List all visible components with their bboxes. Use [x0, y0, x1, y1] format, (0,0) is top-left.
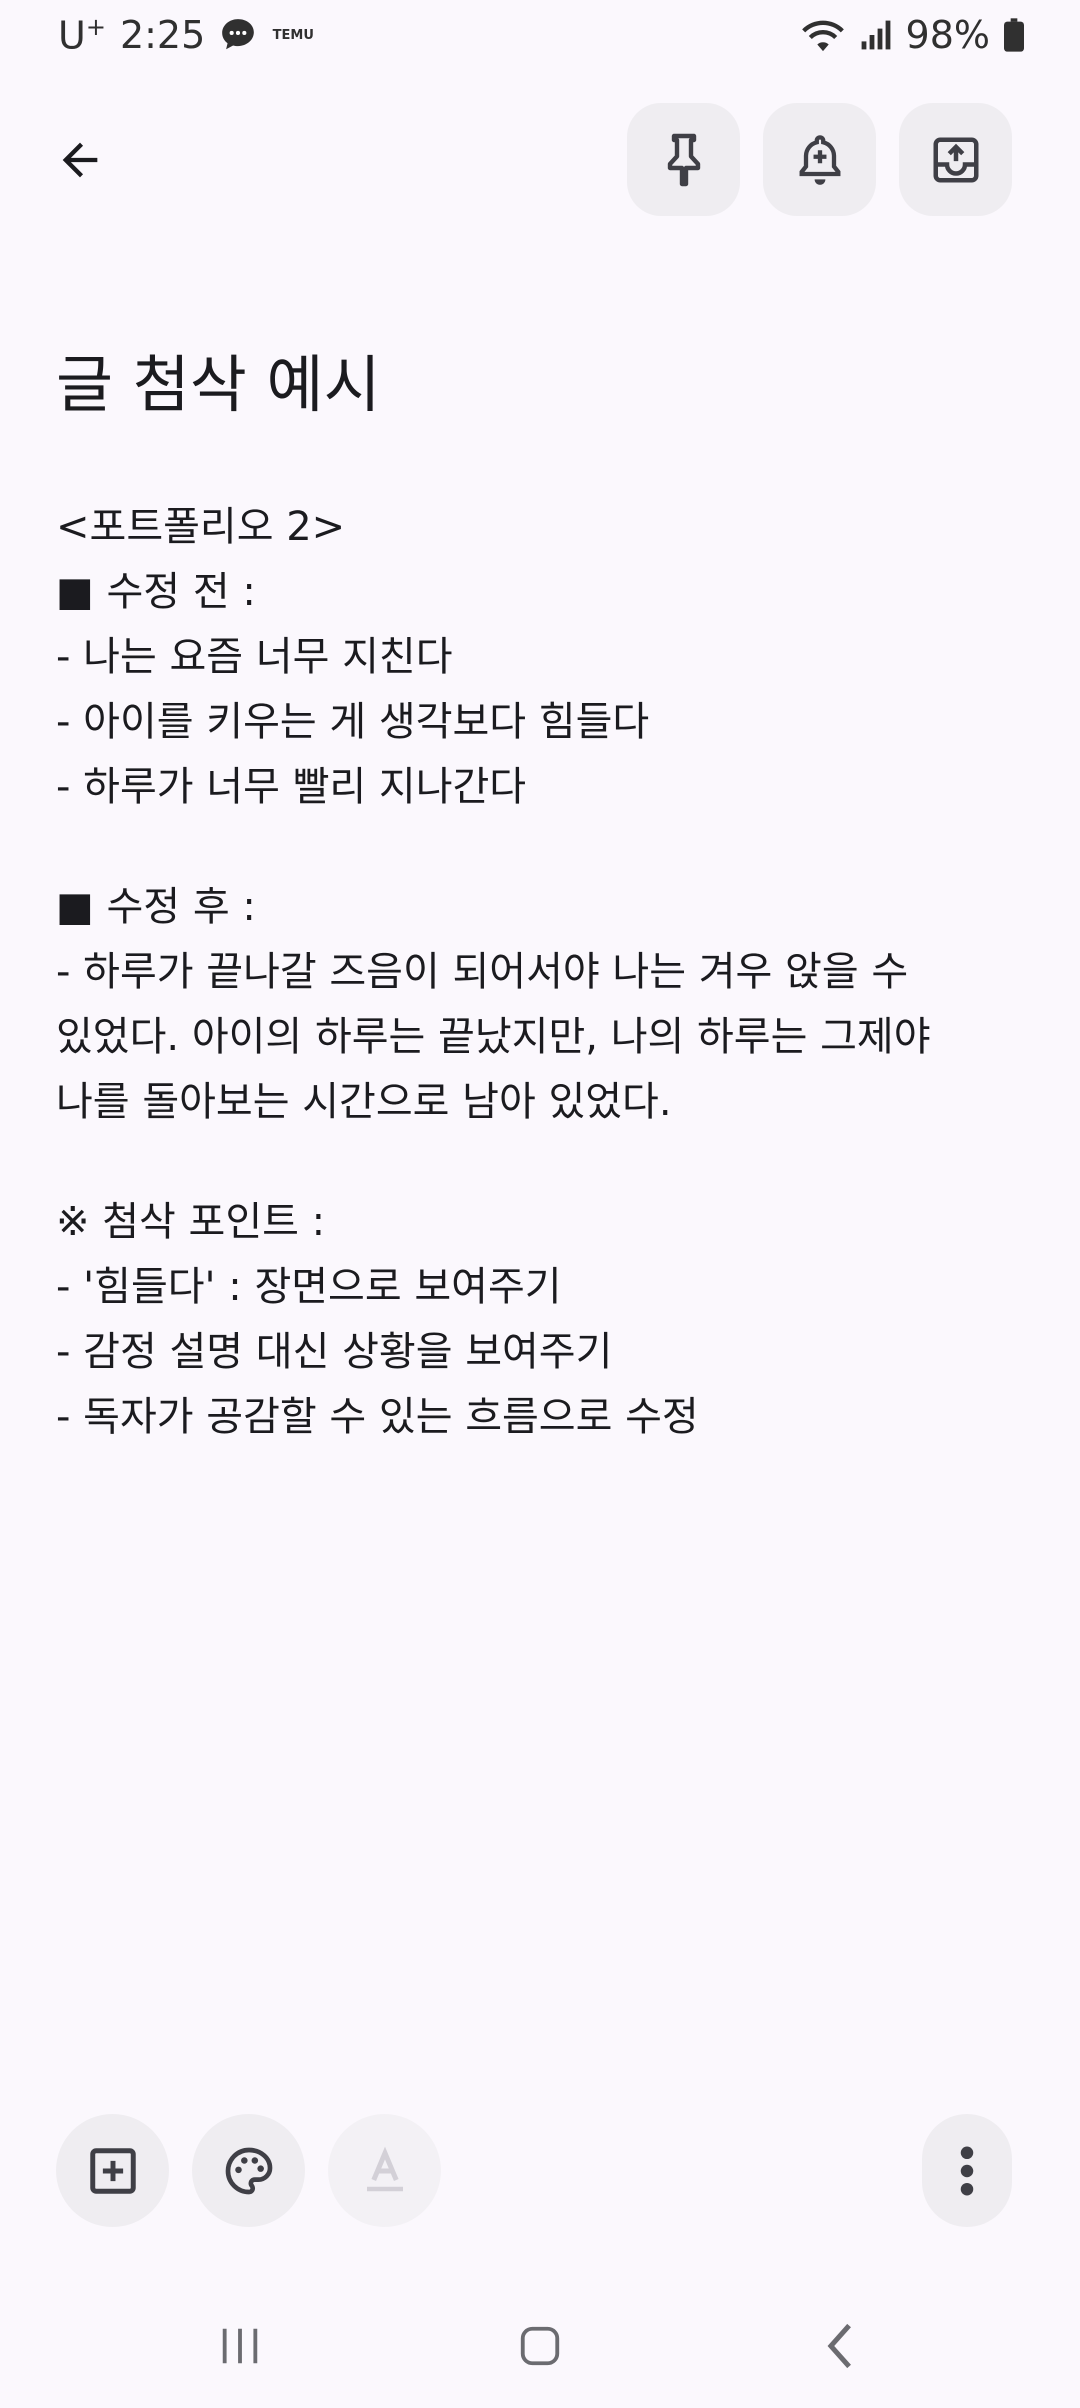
message-icon [219, 16, 257, 54]
more-vert-icon [960, 2146, 974, 2195]
note-line: - 하루가 너무 빨리 지나간다 [56, 764, 527, 810]
battery-icon [1004, 18, 1024, 52]
pin-icon [667, 133, 700, 186]
note-line: - 아이를 키우는 게 생각보다 힘들다 [56, 699, 650, 745]
note-title[interactable]: 글 첨삭 예시 [56, 345, 381, 425]
add-box-icon [89, 2147, 136, 2194]
signal-icon [860, 19, 892, 51]
back-button[interactable] [40, 120, 120, 200]
recent-apps-button[interactable] [180, 2306, 300, 2386]
pin-button[interactable] [627, 103, 740, 216]
note-line: ※ 첨삭 포인트 : [56, 1199, 326, 1245]
note-editor-screen: U+ 2:25 TEMU 98% 글 첨삭 예시 <포트폴리오 2> ■ 수정 … [0, 0, 1080, 2408]
bottom-toolbar [56, 2114, 441, 2227]
carrier-label: U+ [58, 12, 106, 58]
battery-percent: 98% [905, 13, 990, 57]
note-line: - 하루가 끝나갈 즈음이 되어서야 나는 겨우 앉을 수 [56, 949, 909, 995]
temu-app-icon: TEMU [272, 27, 314, 43]
chevron-left-icon [827, 2323, 851, 2369]
note-line-blank [56, 1135, 1026, 1190]
note-body[interactable]: <포트폴리오 2> ■ 수정 전 : - 나는 요즘 너무 지친다 - 아이를 … [56, 495, 1026, 1450]
note-line-blank [56, 820, 1026, 875]
status-left: U+ 2:25 TEMU [58, 13, 315, 58]
note-line: - 독자가 공감할 수 있는 흐름으로 수정 [56, 1394, 699, 1440]
add-content-button[interactable] [56, 2114, 169, 2227]
note-line: 나를 돌아보는 시간으로 남아 있었다. [56, 1079, 672, 1125]
note-line: - '힘들다' : 장면으로 보여주기 [56, 1264, 562, 1310]
text-format-button[interactable] [328, 2114, 441, 2227]
background-color-button[interactable] [192, 2114, 305, 2227]
note-line: ■ 수정 전 : [56, 569, 256, 615]
archive-button[interactable] [899, 103, 1012, 216]
clock: 2:25 [119, 13, 206, 57]
note-line: - 나는 요즘 너무 지친다 [56, 634, 453, 680]
note-line: 있었다. 아이의 하루는 끝났지만, 나의 하루는 그제야 [56, 1014, 931, 1060]
system-nav-bar [0, 2296, 1080, 2396]
status-bar: U+ 2:25 TEMU 98% [0, 0, 1080, 70]
text-format-icon [366, 2146, 403, 2191]
arrow-left-icon [62, 142, 98, 178]
reminder-button[interactable] [763, 103, 876, 216]
note-line: - 감정 설명 대신 상황을 보여주기 [56, 1329, 613, 1375]
recent-apps-icon [222, 2328, 258, 2364]
more-options-button[interactable] [922, 2114, 1012, 2227]
wifi-icon [800, 17, 846, 53]
bell-plus-icon [799, 134, 840, 185]
note-line: <포트폴리오 2> [56, 504, 346, 550]
system-back-button[interactable] [780, 2306, 900, 2386]
status-right: 98% [800, 13, 1024, 57]
note-line: ■ 수정 후 : [56, 884, 256, 930]
palette-icon [225, 2147, 272, 2194]
top-actions [627, 103, 1012, 216]
home-button[interactable] [480, 2306, 600, 2386]
home-icon [520, 2326, 560, 2366]
archive-icon [933, 137, 978, 182]
